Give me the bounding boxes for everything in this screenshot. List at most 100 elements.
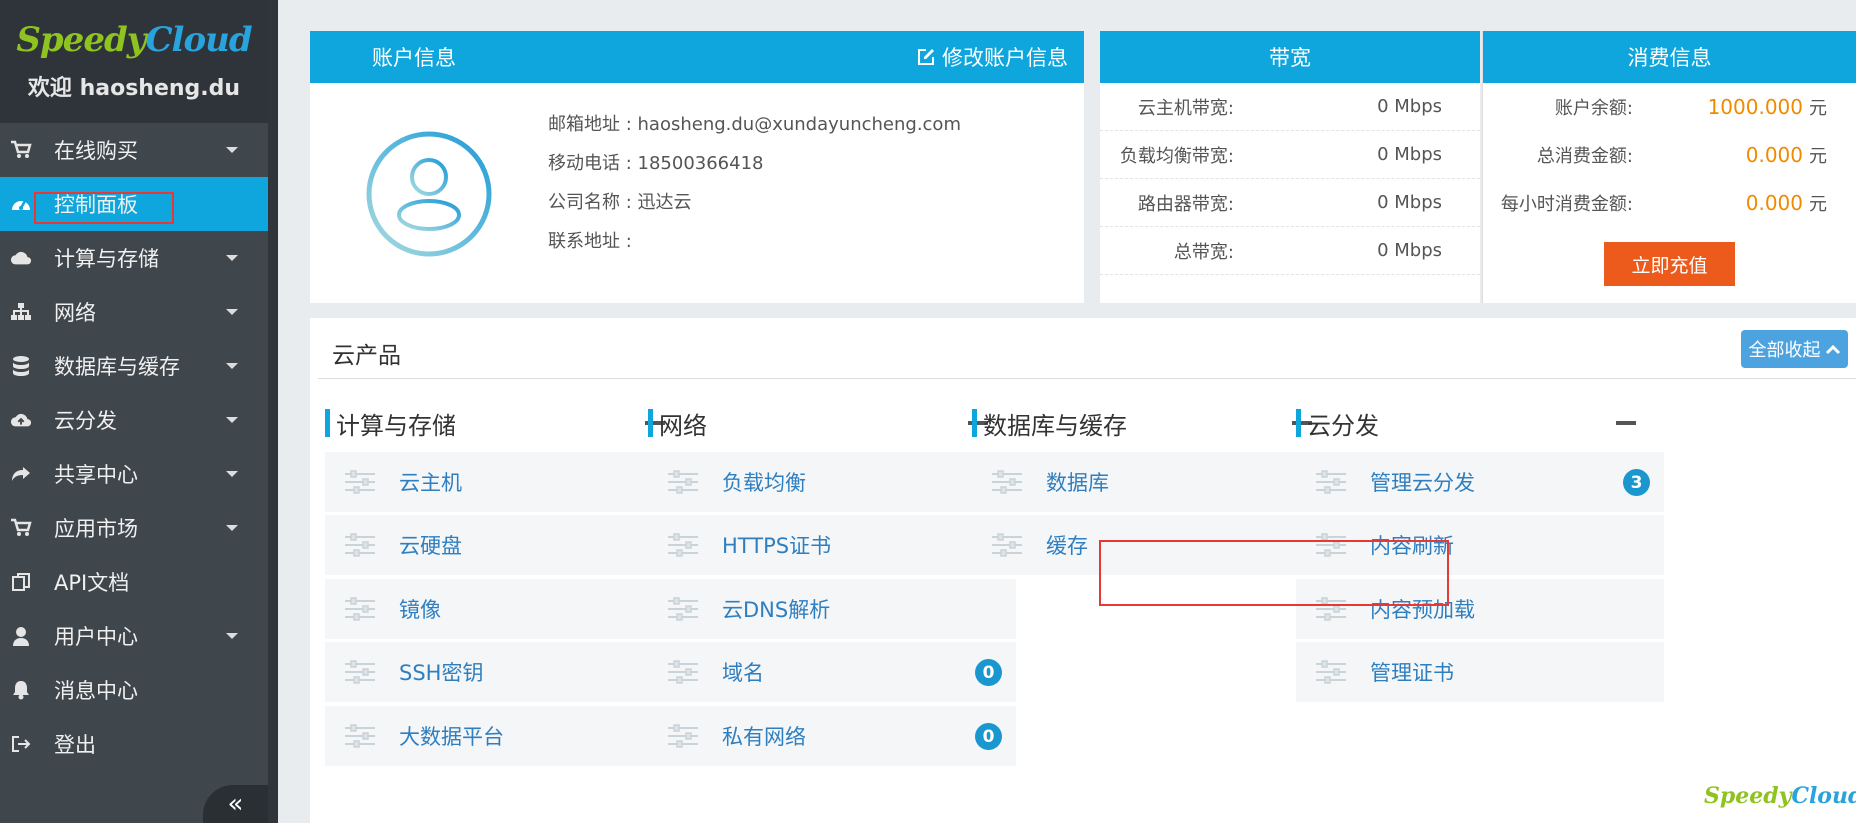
sidebar-item-user-center[interactable]: 用户中心 — [0, 609, 268, 663]
sliders-icon — [992, 533, 1022, 557]
fee-row: 每小时消费金额: 0.000 元 — [1483, 179, 1856, 227]
fee-label: 总消费金额: — [1536, 146, 1633, 167]
sidebar: SpeedyCloud 欢迎 haosheng.du 在线购买 控制面板 计算与… — [0, 0, 268, 823]
chevron-down-icon — [226, 471, 238, 477]
sidebar-collapse-button[interactable]: « — [203, 785, 268, 823]
product-column-header: 计算与存储 — [325, 408, 693, 440]
user-icon — [10, 625, 32, 647]
edit-account-link[interactable]: 修改账户信息 — [916, 42, 1068, 72]
bandwidth-header: 带宽 — [1100, 31, 1480, 83]
sidebar-item-message-center[interactable]: 消息中心 — [0, 663, 268, 717]
avatar-icon — [366, 131, 492, 257]
sliders-icon — [345, 470, 375, 494]
collapse-all-button[interactable]: 全部收起 — [1741, 330, 1848, 368]
dashboard-highlight-box — [34, 192, 174, 224]
account-info-title: 账户信息 — [372, 46, 456, 70]
cloud-upload-icon — [10, 409, 32, 431]
sidebar-item-compute-storage[interactable]: 计算与存储 — [0, 231, 268, 285]
product-item-label: 域名 — [722, 661, 764, 685]
sidebar-item-label: API文档 — [54, 571, 130, 595]
speedycloud-logo[interactable]: SpeedyCloud — [0, 20, 268, 60]
product-item-label: 数据库 — [1046, 471, 1109, 495]
product-item[interactable]: 管理证书 — [1296, 642, 1664, 702]
bandwidth-label: 总带宽: — [1173, 241, 1234, 263]
product-item[interactable]: HTTPS证书 — [648, 515, 1016, 575]
sidebar-item-label: 网络 — [54, 301, 96, 325]
chevron-up-icon — [1825, 344, 1840, 355]
product-item[interactable]: 云DNS解析 — [648, 579, 1016, 639]
accent-bar — [972, 409, 977, 437]
count-badge: 3 — [1623, 469, 1650, 496]
count-badge: 0 — [975, 723, 1002, 750]
bandwidth-label: 路由器带宽: — [1137, 193, 1234, 215]
footer-logo-speedy: Speedy — [1704, 783, 1792, 809]
logo-text-speedy: Speedy — [16, 20, 146, 60]
network-icon — [10, 301, 32, 323]
sliders-icon — [668, 533, 698, 557]
product-item[interactable]: 大数据平台0 — [325, 706, 693, 766]
cache-highlight-box — [1099, 540, 1449, 606]
cart-icon — [10, 517, 32, 539]
product-column-title: 网络 — [659, 411, 707, 440]
fee-title: 消费信息 — [1627, 46, 1712, 70]
product-item[interactable]: 镜像 — [325, 579, 693, 639]
sidebar-item-database-cache[interactable]: 数据库与缓存 — [0, 339, 268, 393]
cloud-icon — [10, 247, 32, 269]
product-item-label: 云硬盘 — [399, 534, 462, 558]
product-item[interactable]: 云硬盘0 — [325, 515, 693, 575]
product-item[interactable]: SSH密钥 — [325, 642, 693, 702]
product-column-header: 数据库与缓存 — [972, 408, 1340, 440]
accent-bar — [325, 409, 330, 437]
product-item-label: 大数据平台 — [399, 725, 504, 749]
welcome-text: 欢迎 haosheng.du — [27, 76, 241, 101]
sidebar-item-label: 登出 — [54, 733, 96, 757]
sidebar-item-online-purchase[interactable]: 在线购买 — [0, 123, 268, 177]
fee-value: 0.000 — [1745, 191, 1803, 215]
product-item[interactable]: 管理云分发 3 — [1296, 452, 1664, 512]
product-item[interactable]: 域名 0 — [648, 642, 1016, 702]
sliders-icon — [668, 724, 698, 748]
sidebar-item-label: 云分发 — [54, 409, 117, 433]
recharge-button[interactable]: 立即充值 — [1604, 242, 1735, 286]
product-item[interactable]: 私有网络 0 — [648, 706, 1016, 766]
cart-icon — [10, 139, 32, 161]
minus-icon[interactable] — [1616, 421, 1636, 425]
sidebar-item-api-docs[interactable]: API文档 — [0, 555, 268, 609]
product-item-label: 云DNS解析 — [722, 598, 831, 622]
fee-row: 总消费金额: 0.000 元 — [1483, 131, 1856, 179]
sidebar-item-label: 应用市场 — [54, 517, 138, 541]
database-icon — [10, 355, 32, 377]
chevron-down-icon — [226, 309, 238, 315]
product-item-label: 负载均衡 — [722, 471, 806, 495]
share-icon — [10, 463, 32, 485]
product-item[interactable]: 负载均衡0 — [648, 452, 1016, 512]
sliders-icon — [992, 470, 1022, 494]
fee-unit: 元 — [1809, 146, 1827, 167]
footer-logo-cloud: Cloud — [1791, 783, 1856, 809]
sidebar-brand: SpeedyCloud 欢迎 haosheng.du — [0, 0, 268, 123]
sidebar-item-cdn[interactable]: 云分发 — [0, 393, 268, 447]
chevron-down-icon — [226, 147, 238, 153]
product-column-title: 云分发 — [1307, 411, 1379, 440]
bandwidth-row: 云主机带宽: 0 Mbps — [1100, 83, 1480, 131]
sliders-icon — [668, 597, 698, 621]
sliders-icon — [1316, 660, 1346, 684]
account-details: 邮箱地址 : haosheng.du@xundayuncheng.com 移动电… — [548, 105, 961, 261]
sidebar-item-share-center[interactable]: 共享中心 — [0, 447, 268, 501]
sidebar-item-app-market[interactable]: 应用市场 — [0, 501, 268, 555]
divider — [318, 378, 1856, 379]
sidebar-item-label: 消息中心 — [54, 679, 138, 703]
sidebar-item-logout[interactable]: 登出 — [0, 717, 268, 771]
sliders-icon — [345, 597, 375, 621]
sliders-icon — [345, 660, 375, 684]
sidebar-item-network[interactable]: 网络 — [0, 285, 268, 339]
product-item[interactable]: 数据库1 — [972, 452, 1340, 512]
fee-row: 账户余额: 1000.000 元 — [1483, 83, 1856, 131]
address-text: 联系地址 : — [548, 231, 632, 252]
fee-unit: 元 — [1809, 194, 1827, 215]
sidebar-item-label: 数据库与缓存 — [54, 355, 180, 379]
product-item[interactable]: 云主机0 — [325, 452, 693, 512]
copy-icon — [10, 571, 32, 593]
bandwidth-row: 路由器带宽: 0 Mbps — [1100, 179, 1480, 227]
product-item-label: 镜像 — [399, 598, 441, 622]
